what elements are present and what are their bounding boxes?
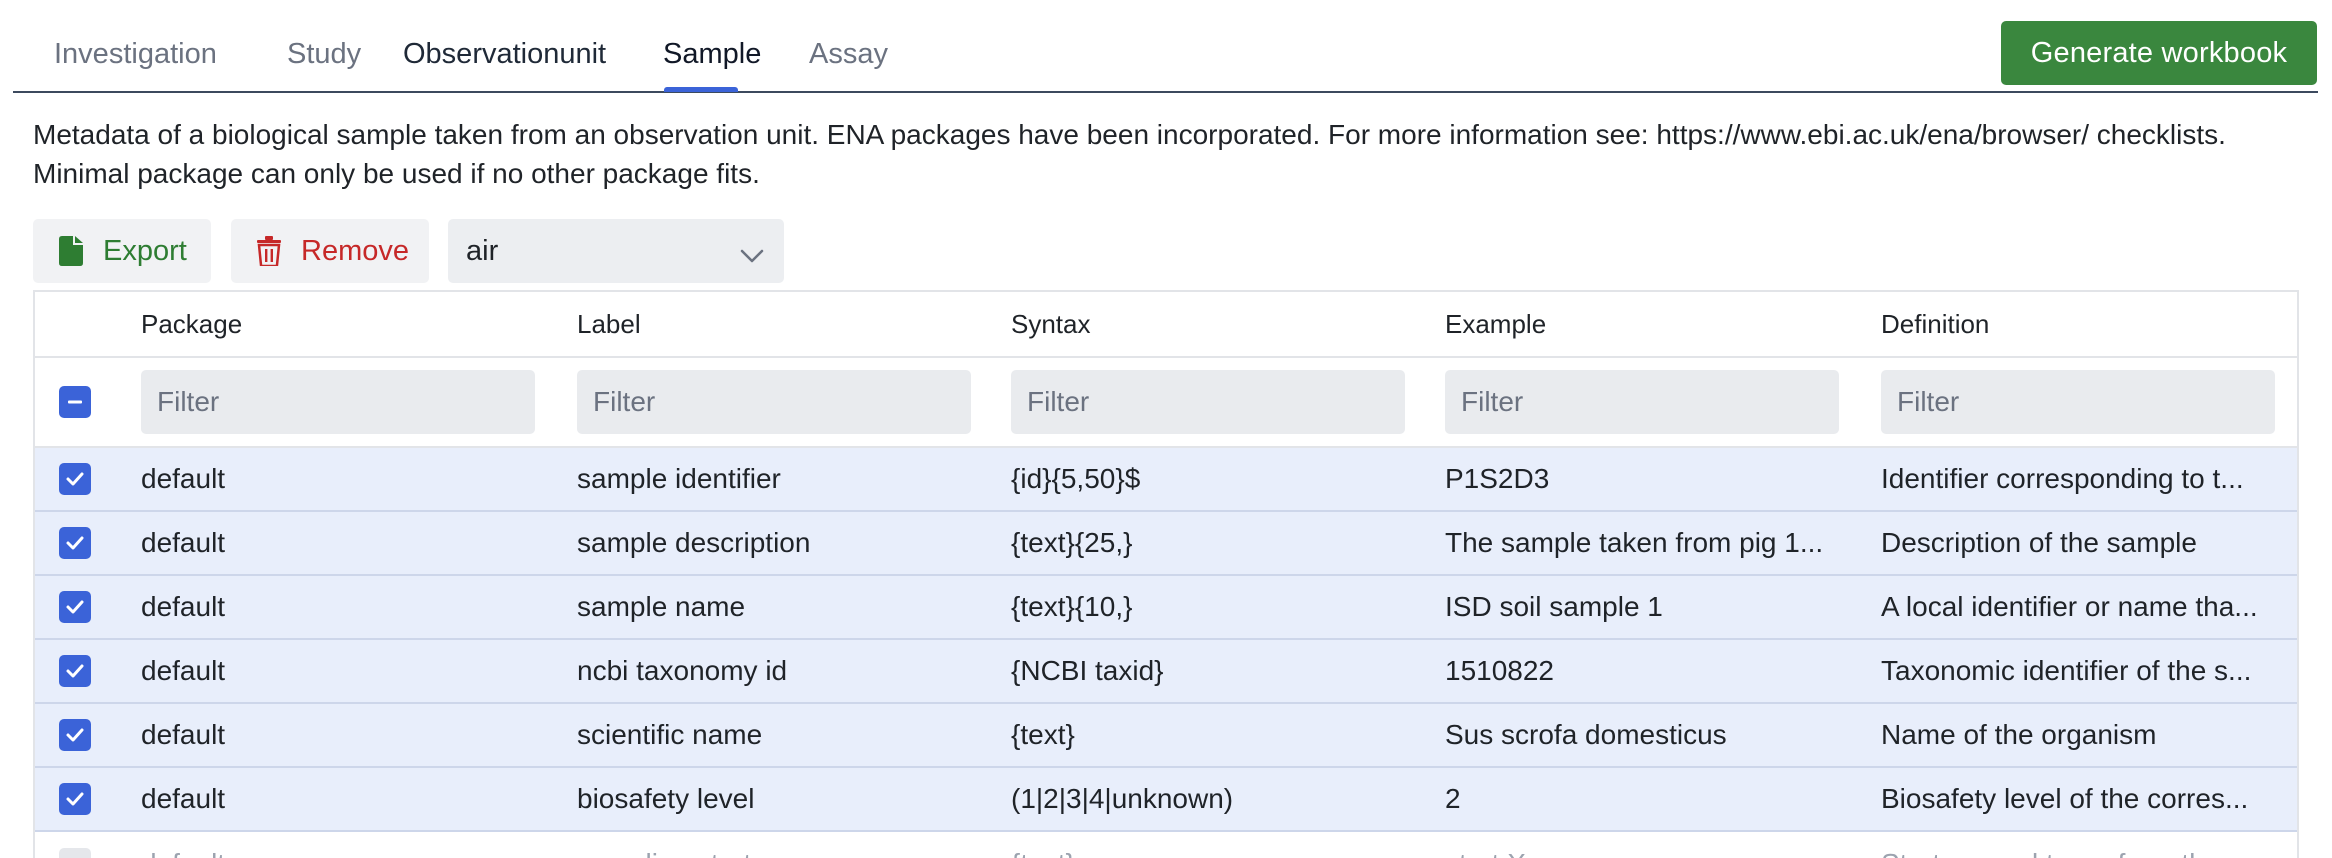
cell-package: default [141,527,226,558]
cell-definition: A local identifier or name tha... [1881,591,2258,622]
chevron-down-icon [740,241,764,263]
cell-label: sample description [577,527,811,558]
syntax-filter-input[interactable] [1011,370,1405,434]
cell-package: default [141,848,225,858]
check-icon [66,792,84,806]
tab-study[interactable]: Study [287,34,361,74]
cell-example: strat X [1445,848,1526,858]
check-icon [66,600,84,614]
row-checkbox[interactable] [59,591,91,623]
row-checkbox[interactable] [59,783,91,815]
cell-syntax: {text} [1011,848,1075,858]
cell-example: The sample taken from pig 1... [1445,527,1824,558]
cell-package: default [141,719,226,750]
tab-sample[interactable]: Sample [663,34,761,74]
cell-definition: Taxonomic identifier of the s... [1881,655,2252,686]
table-row[interactable]: default sample description {text}{25,} T… [35,512,2297,576]
column-header-label[interactable]: Label [577,292,973,356]
cell-syntax: {id}{5,50}$ [1011,463,1141,494]
cell-syntax: {text}{25,} [1011,527,1133,558]
cell-syntax: (1|2|3|4|unknown) [1011,783,1234,814]
tab-bar: Investigation Study Observationunit Samp… [13,0,2318,93]
cell-label: ncbi taxonomy id [577,655,788,686]
export-label: Export [103,234,187,267]
active-tab-indicator [664,87,738,92]
cell-package: default [141,655,226,686]
cell-example: P1S2D3 [1445,463,1550,494]
example-filter-input[interactable] [1445,370,1839,434]
cell-definition: Description of the sample [1881,527,2197,558]
sample-description-text: Metadata of a biological sample taken fr… [33,119,2226,189]
cell-package: default [141,463,226,494]
cell-package: default [141,591,226,622]
remove-button[interactable]: Remove [231,219,429,283]
package-select[interactable]: air [448,219,784,283]
cell-example: 1510822 [1445,655,1555,686]
check-icon [66,728,84,742]
app: Investigation Study Observationunit Samp… [0,0,2332,858]
table-filter-row [35,358,2297,448]
table-row[interactable]: default sampling strat {text} strat X St… [35,832,2297,858]
table-row[interactable]: default ncbi taxonomy id {NCBI taxid} 15… [35,640,2297,704]
check-icon [66,472,84,486]
cell-example: Sus scrofa domesticus [1445,719,1727,750]
cell-example: 2 [1445,783,1461,814]
file-icon [59,236,83,266]
row-checkbox[interactable] [59,848,91,858]
table-row[interactable]: default biosafety level (1|2|3|4|unknown… [35,768,2297,832]
row-checkbox[interactable] [59,527,91,559]
tab-observationunit[interactable]: Observationunit [403,34,606,74]
remove-label: Remove [301,234,409,267]
cell-syntax: {text} [1011,719,1075,750]
table-row[interactable]: default sample name {text}{10,} ISD soil… [35,576,2297,640]
cell-definition: Biosafety level of the corres... [1881,783,2249,814]
tab-assay[interactable]: Assay [809,34,888,74]
cell-definition: Identifier corresponding to t... [1881,463,2244,494]
cell-example: ISD soil sample 1 [1445,591,1663,622]
row-checkbox[interactable] [59,463,91,495]
cell-syntax: {text}{10,} [1011,591,1133,622]
export-button[interactable]: Export [33,219,211,283]
cell-label: sampling strat [577,848,751,858]
cell-label: biosafety level [577,783,755,814]
cell-package: default [141,783,226,814]
column-header-syntax[interactable]: Syntax [1011,292,1407,356]
label-filter-input[interactable] [577,370,971,434]
package-filter-input[interactable] [141,370,535,434]
table-header-row: Package Label Syntax Example Definition [35,292,2297,358]
package-select-value: air [466,234,499,267]
table-row[interactable]: default scientific name {text} Sus scrof… [35,704,2297,768]
definition-filter-input[interactable] [1881,370,2275,434]
check-icon [66,664,84,678]
tab-investigation[interactable]: Investigation [54,34,217,74]
generate-workbook-button[interactable]: Generate workbook [2001,21,2317,85]
select-all-checkbox[interactable] [59,386,91,418]
metadata-table: Package Label Syntax Example Definition [33,290,2299,858]
row-checkbox[interactable] [59,719,91,751]
cell-definition: Strat passed to perform the... [1881,848,2244,858]
minus-icon [68,400,82,404]
cell-syntax: {NCBI taxid} [1011,655,1164,686]
cell-label: sample name [577,591,746,622]
trash-icon [257,236,281,266]
row-checkbox[interactable] [59,655,91,687]
cell-label: scientific name [577,719,763,750]
column-header-example[interactable]: Example [1445,292,1841,356]
check-icon [66,536,84,550]
cell-definition: Name of the organism [1881,719,2157,750]
table-row[interactable]: default sample identifier {id}{5,50}$ P1… [35,448,2297,512]
column-header-definition[interactable]: Definition [1881,292,2277,356]
cell-label: sample identifier [577,463,781,494]
column-header-package[interactable]: Package [141,292,537,356]
